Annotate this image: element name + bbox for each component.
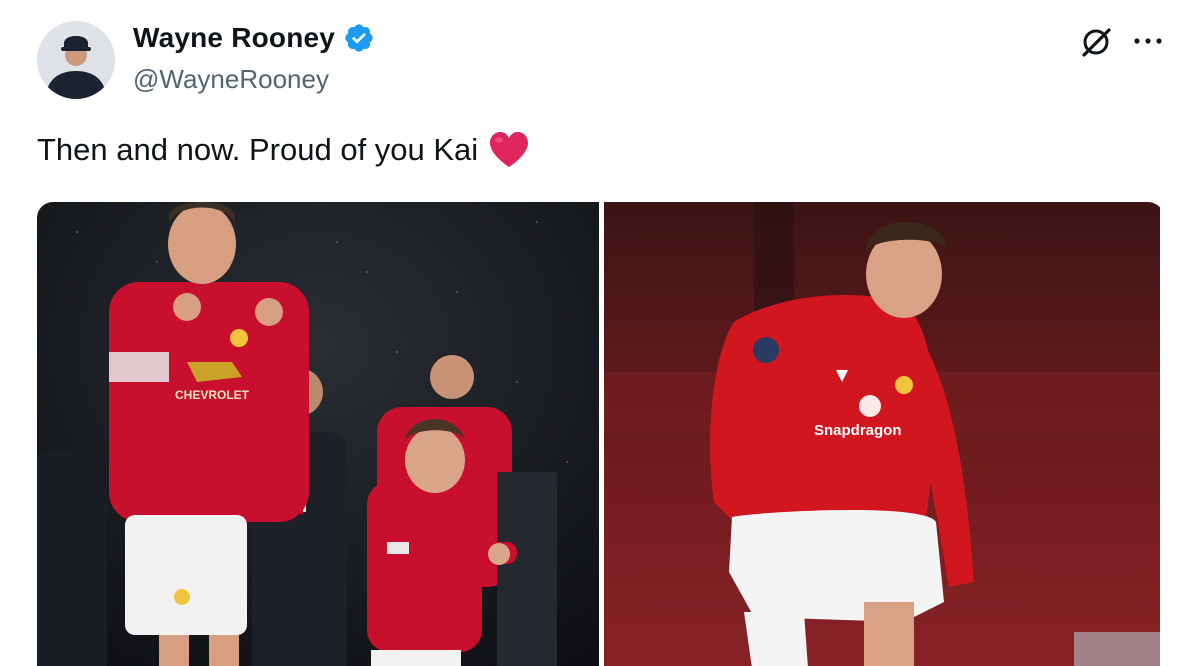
verified-badge-icon: [345, 24, 373, 52]
photo-now-image: Snapdragon: [604, 202, 1160, 666]
photo-now[interactable]: Snapdragon: [604, 202, 1160, 666]
photo-then[interactable]: CHEVROLET: [37, 202, 599, 666]
author-name-row[interactable]: Wayne Rooney: [133, 22, 375, 54]
more-options-icon[interactable]: [1130, 26, 1166, 56]
author-handle[interactable]: @WayneRooney: [133, 64, 329, 95]
tweet-text-body: Then and now. Proud of you Kai: [37, 132, 479, 167]
photo-then-image: CHEVROLET: [37, 202, 599, 666]
red-heart-icon: [490, 132, 529, 167]
kit-sponsor-text-now: Snapdragon: [814, 422, 902, 439]
grok-icon[interactable]: [1078, 24, 1114, 60]
tweet-media-grid: CHEVROLET Snapdragon: [37, 202, 1164, 666]
author-display-name[interactable]: Wayne Rooney: [133, 22, 335, 54]
tweet-text: Then and now. Proud of you Kai: [37, 131, 530, 169]
person-avatar-icon: [37, 21, 115, 99]
tweet-card: Wayne Rooney @WayneRooney Then and now. …: [0, 0, 1184, 666]
author-avatar[interactable]: [37, 21, 115, 99]
kit-sponsor-text: CHEVROLET: [175, 388, 250, 402]
